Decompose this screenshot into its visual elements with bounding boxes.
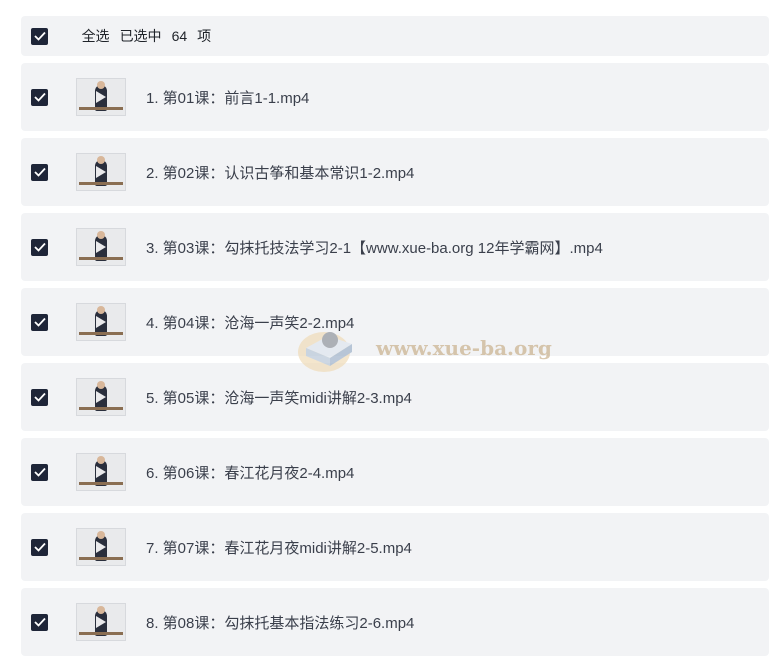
file-checkbox[interactable] [31,313,48,331]
play-icon [96,316,106,328]
play-icon [96,466,106,478]
file-checkbox[interactable] [31,88,48,106]
selected-count: 64 [171,28,188,44]
thumbnail-instrument [79,632,123,635]
thumbnail-head [97,456,105,464]
checkmark-icon [33,92,46,102]
file-row[interactable]: 8. 第08课：勾抹托基本指法练习2-6.mp4 [21,588,769,656]
file-name[interactable]: 7. 第07课：春江花月夜midi讲解2-5.mp4 [146,537,412,558]
video-thumbnail[interactable] [76,378,126,416]
file-name[interactable]: 2. 第02课：认识古筝和基本常识1-2.mp4 [146,162,414,183]
video-thumbnail[interactable] [76,153,126,191]
video-thumbnail[interactable] [76,228,126,266]
file-row[interactable]: 1. 第01课：前言1-1.mp4 [21,63,769,131]
thumbnail-instrument [79,107,123,110]
thumbnail-instrument [79,182,123,185]
file-name[interactable]: 8. 第08课：勾抹托基本指法练习2-6.mp4 [146,612,414,633]
file-name[interactable]: 6. 第06课：春江花月夜2-4.mp4 [146,462,354,483]
thumbnail-instrument [79,557,123,560]
checkmark-icon [33,392,46,402]
thumbnail-head [97,81,105,89]
select-all-label[interactable]: 全选 [82,28,110,44]
thumbnail-head [97,306,105,314]
video-thumbnail[interactable] [76,528,126,566]
file-checkbox[interactable] [31,388,48,406]
play-icon [96,166,106,178]
select-all-checkbox[interactable] [31,27,48,45]
checkmark-icon [33,617,46,627]
play-icon [96,241,106,253]
checkmark-icon [33,31,46,41]
video-thumbnail[interactable] [76,303,126,341]
thumbnail-head [97,531,105,539]
file-row[interactable]: 6. 第06课：春江花月夜2-4.mp4 [21,438,769,506]
file-name[interactable]: 3. 第03课：勾抹托技法学习2-1【www.xue-ba.org 12年学霸网… [146,237,603,258]
video-thumbnail[interactable] [76,603,126,641]
checkmark-icon [33,542,46,552]
checkmark-icon [33,467,46,477]
thumbnail-head [97,231,105,239]
file-checkbox[interactable] [31,463,48,481]
video-thumbnail[interactable] [76,78,126,116]
file-row[interactable]: 3. 第03课：勾抹托技法学习2-1【www.xue-ba.org 12年学霸网… [21,213,769,281]
thumbnail-head [97,156,105,164]
selected-prefix: 已选中 [119,28,162,44]
checkmark-icon [33,167,46,177]
file-checkbox[interactable] [31,613,48,631]
file-name[interactable]: 1. 第01课：前言1-1.mp4 [146,87,309,108]
watermark-text: www.xue-ba.org [376,336,552,360]
thumbnail-instrument [79,407,123,410]
checkmark-icon [33,242,46,252]
checkmark-icon [33,317,46,327]
select-all-bar: 全选 已选中 64 项 [21,16,769,56]
watermark: www.xue-ba.org [298,322,552,374]
thumbnail-instrument [79,332,123,335]
thumbnail-head [97,606,105,614]
file-name[interactable]: 5. 第05课：沧海一声笑midi讲解2-3.mp4 [146,387,412,408]
play-icon [96,391,106,403]
selected-suffix: 项 [197,28,212,44]
play-icon [96,541,106,553]
file-checkbox[interactable] [31,238,48,256]
selection-summary: 全选 已选中 64 项 [66,10,221,62]
thumbnail-instrument [79,482,123,485]
play-icon [96,616,106,628]
watermark-logo-icon [298,322,362,374]
play-icon [96,91,106,103]
thumbnail-instrument [79,257,123,260]
file-checkbox[interactable] [31,538,48,556]
file-checkbox[interactable] [31,163,48,181]
thumbnail-head [97,381,105,389]
file-row[interactable]: 7. 第07课：春江花月夜midi讲解2-5.mp4 [21,513,769,581]
video-thumbnail[interactable] [76,453,126,491]
file-row[interactable]: 2. 第02课：认识古筝和基本常识1-2.mp4 [21,138,769,206]
